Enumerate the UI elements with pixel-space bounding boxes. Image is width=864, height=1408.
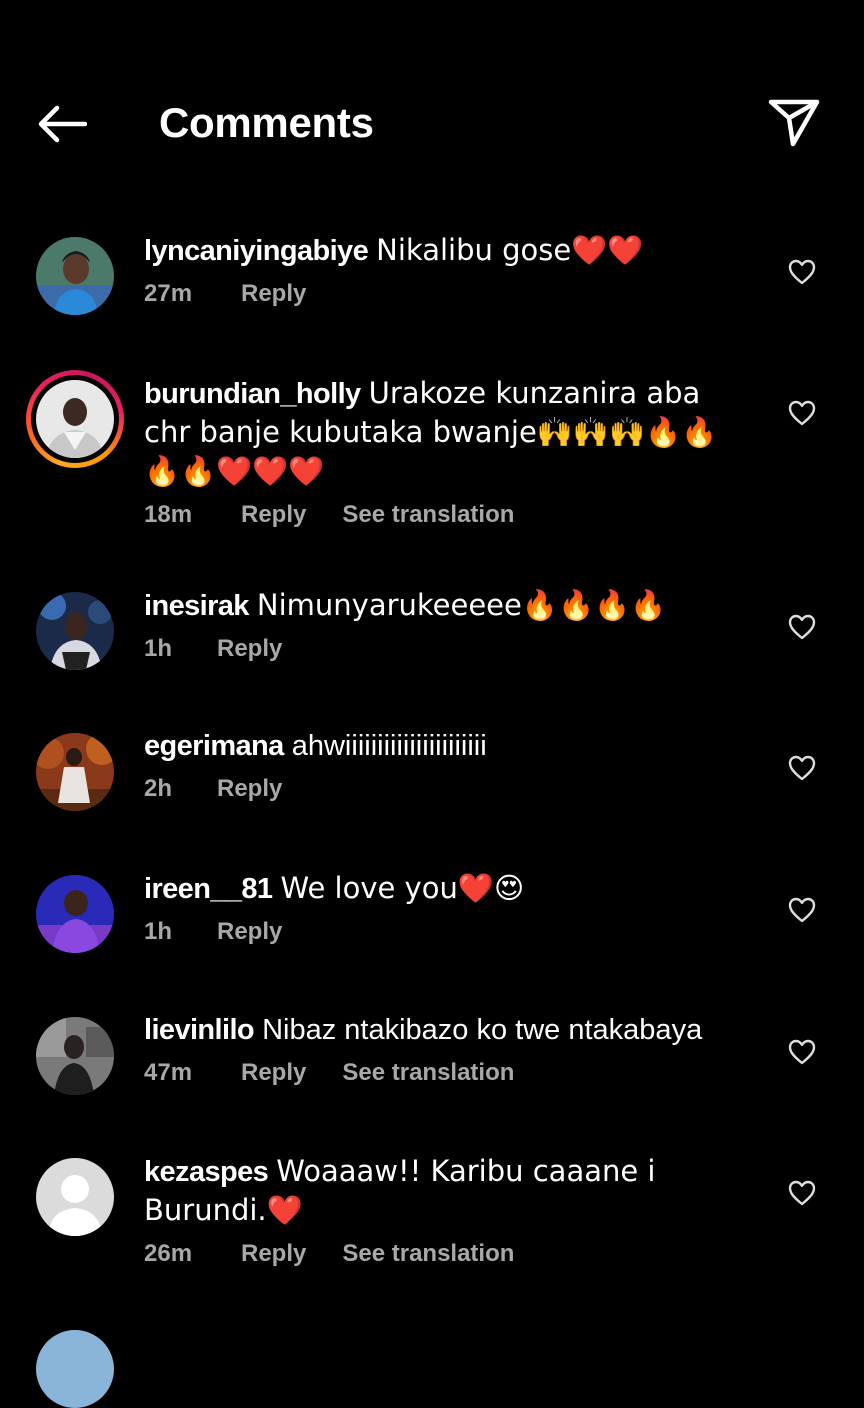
comment-time: 2h	[144, 775, 173, 802]
see-translation-button[interactable]: See translation	[342, 500, 514, 530]
see-translation-button[interactable]: See translation	[342, 1239, 514, 1269]
avatar[interactable]	[36, 1158, 114, 1236]
share-button[interactable]	[762, 92, 826, 154]
comment-text: Nimunyarukeeeee🔥🔥🔥🔥	[256, 588, 667, 622]
header-bar: Comments	[0, 0, 864, 200]
like-button[interactable]	[786, 1037, 818, 1067]
comment-meta: 18m Reply See translation	[144, 500, 744, 530]
comment-text: Nibaz ntakibazo ko twe ntakabaya	[262, 1014, 703, 1046]
heart-icon	[788, 1039, 816, 1065]
user-photo	[36, 1017, 114, 1095]
arrow-left-icon	[38, 105, 87, 143]
comment-time: 1h	[144, 635, 173, 662]
user-photo	[36, 237, 114, 315]
user-photo	[36, 733, 114, 811]
avatar[interactable]	[36, 1017, 114, 1095]
see-translation-button[interactable]: See translation	[342, 1058, 514, 1088]
comment-body: egerimana ahwiiiiiiiiiiiiiiiiiiiiii 2h R…	[144, 727, 744, 804]
reply-button[interactable]: Reply	[241, 1058, 306, 1088]
like-button[interactable]	[786, 257, 818, 287]
avatar[interactable]	[36, 237, 114, 315]
page-title: Comments	[159, 99, 374, 146]
comment-meta: 2h Reply	[144, 774, 744, 804]
user-photo	[36, 1330, 114, 1408]
comment-meta: 1h Reply	[144, 917, 744, 947]
comment-username[interactable]: kezaspes	[144, 1156, 269, 1188]
like-button[interactable]	[786, 1178, 818, 1208]
comment-body: inesirak Nimunyarukeeeee🔥🔥🔥🔥 1h Reply	[144, 586, 744, 664]
heart-icon	[788, 897, 816, 923]
comment-time: 18m	[144, 501, 193, 528]
avatar-story-ring[interactable]	[26, 370, 124, 468]
comment-time: 47m	[144, 1059, 193, 1086]
comment-time: 1h	[144, 918, 173, 945]
avatar[interactable]	[36, 733, 114, 811]
user-photo	[36, 380, 114, 458]
like-button[interactable]	[786, 753, 818, 783]
heart-icon	[788, 259, 816, 285]
reply-button[interactable]: Reply	[241, 279, 306, 309]
comment-username[interactable]: lievinlilo	[144, 1014, 255, 1046]
reply-button[interactable]: Reply	[241, 1239, 306, 1269]
comment-text: We love you❤️😍	[280, 871, 525, 905]
reply-button[interactable]: Reply	[217, 917, 282, 947]
like-button[interactable]	[786, 895, 818, 925]
comment-username[interactable]: burundian_holly	[144, 378, 361, 410]
user-photo	[36, 875, 114, 953]
like-button[interactable]	[786, 398, 818, 428]
paper-plane-icon	[768, 99, 820, 147]
avatar[interactable]	[36, 592, 114, 670]
heart-icon	[788, 1180, 816, 1206]
comment-username[interactable]: ireen__81	[144, 873, 273, 905]
back-button[interactable]	[30, 98, 92, 150]
comment-time: 27m	[144, 280, 193, 307]
avatar[interactable]	[36, 1330, 114, 1408]
comment-text: Nikalibu gose❤️❤️	[376, 233, 644, 267]
avatar[interactable]	[36, 875, 114, 953]
comment-username[interactable]: lyncaniyingabiye	[144, 235, 369, 267]
comment-body: lyncaniyingabiye Nikalibu gose❤️❤️ 27m R…	[144, 231, 744, 309]
comment-body: lievinlilo Nibaz ntakibazo ko twe ntakab…	[144, 1011, 744, 1088]
default-avatar-icon	[36, 1158, 114, 1236]
heart-icon	[788, 755, 816, 781]
reply-button[interactable]: Reply	[241, 500, 306, 530]
comment-username[interactable]: inesirak	[144, 590, 249, 622]
comment-meta: 26m Reply See translation	[144, 1239, 744, 1269]
comment-meta: 1h Reply	[144, 634, 744, 664]
comment-meta: 47m Reply See translation	[144, 1058, 744, 1088]
comment-body: burundian_holly Urakoze kunzanira aba ch…	[144, 374, 744, 530]
comment-time: 26m	[144, 1240, 193, 1267]
reply-button[interactable]: Reply	[217, 634, 282, 664]
heart-icon	[788, 614, 816, 640]
comment-body: kezaspes Woaaaw!! Karibu caaane i Burund…	[144, 1152, 744, 1269]
comment-body: ireen__81 We love you❤️😍 1h Reply	[144, 869, 744, 947]
reply-button[interactable]: Reply	[217, 774, 282, 804]
user-photo	[36, 592, 114, 670]
heart-icon	[788, 400, 816, 426]
comment-text: ahwiiiiiiiiiiiiiiiiiiiiii	[291, 730, 487, 762]
like-button[interactable]	[786, 612, 818, 642]
comment-username[interactable]: egerimana	[144, 730, 284, 762]
comment-meta: 27m Reply	[144, 279, 744, 309]
